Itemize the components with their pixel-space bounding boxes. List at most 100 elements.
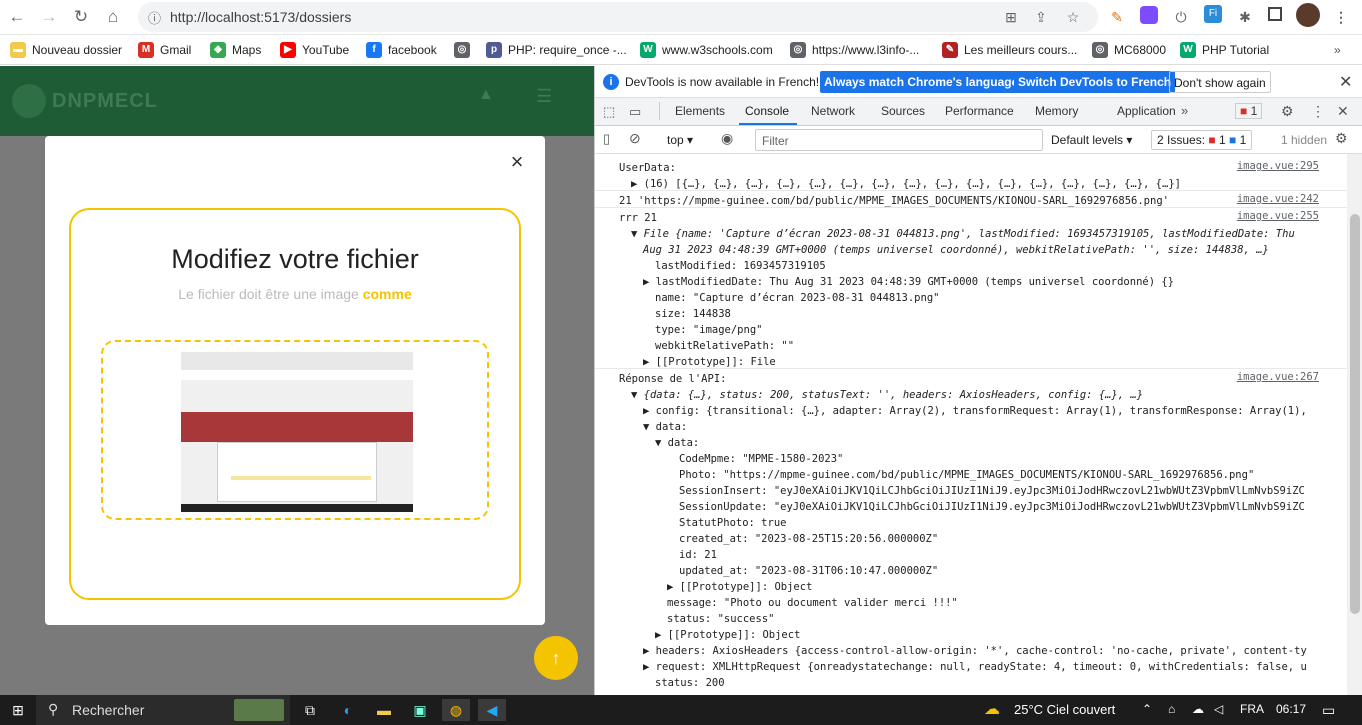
console-line[interactable]: ▶ lastModifiedDate: Thu Aug 31 2023 04:4… xyxy=(643,274,1174,290)
bookmark-item[interactable]: ▬ Nouveau dossier xyxy=(10,40,122,60)
cloud-icon[interactable]: ☁ xyxy=(1192,702,1204,716)
bookmark-item[interactable]: W PHP Tutorial xyxy=(1180,40,1269,60)
console-line[interactable]: ▼ File {name: 'Capture d’écran 2023-08-3… xyxy=(631,226,1295,242)
scrollbar-thumb[interactable] xyxy=(1350,214,1360,614)
close-icon[interactable]: × xyxy=(507,151,527,173)
console-line[interactable]: ▼ {data: {…}, status: 200, statusText: '… xyxy=(631,387,1143,403)
levels-dropdown[interactable]: Default levels ▾ xyxy=(1051,133,1132,147)
eye-icon[interactable]: ◉ xyxy=(721,130,733,147)
bookmark-item[interactable]: ◎ xyxy=(454,40,476,60)
chrome-icon[interactable]: ◍ xyxy=(442,699,470,721)
inspect-icon[interactable]: ⬚ xyxy=(603,104,615,120)
console-line[interactable]: ▶ request: XMLHttpRequest {onreadystatec… xyxy=(643,659,1307,675)
share-icon[interactable]: ⇪ xyxy=(1030,6,1052,28)
console-source-link[interactable]: image.vue:242 xyxy=(1237,193,1319,205)
tab-sources[interactable]: Sources xyxy=(881,104,925,118)
error-badge[interactable]: ■ 1 xyxy=(1235,103,1263,119)
filter-input[interactable]: Filter xyxy=(755,129,1043,151)
tray-chevron-icon[interactable]: ⌃ xyxy=(1142,702,1152,716)
bookmark-item[interactable]: ◆ Maps xyxy=(210,40,261,60)
upload-card: Modifiez votre fichier Le fichier doit ê… xyxy=(69,208,521,600)
bookmarks-overflow-icon[interactable]: » xyxy=(1334,43,1341,57)
device-toolbar-icon[interactable]: ▭ xyxy=(629,104,641,120)
bookmark-item[interactable]: ✎ Les meilleurs cours... xyxy=(942,40,1077,60)
console-line[interactable]: ▼ data: xyxy=(655,435,699,451)
console-line[interactable]: ▶ config: {transitional: {…}, adapter: A… xyxy=(643,403,1307,419)
close-infobar-icon[interactable]: ✕ xyxy=(1339,72,1352,92)
extension-pen-icon[interactable]: ✎ xyxy=(1106,6,1128,28)
issues-badge[interactable]: 2 Issues: ■ 1 ■ 1 xyxy=(1151,130,1253,150)
network-icon[interactable]: ⌂ xyxy=(1168,702,1175,716)
forward-arrow-icon[interactable]: → xyxy=(36,4,62,30)
bookmark-star-icon[interactable]: ☆ xyxy=(1062,6,1084,28)
store-icon[interactable]: ▣ xyxy=(406,699,434,721)
switch-french-button[interactable]: Switch DevTools to French xyxy=(1014,71,1176,93)
tab-memory[interactable]: Memory xyxy=(1035,104,1078,118)
console-settings-icon[interactable]: ⚙ xyxy=(1335,130,1348,147)
tab-performance[interactable]: Performance xyxy=(945,104,1014,118)
clear-console-icon[interactable]: ⊘ xyxy=(629,130,641,147)
context-selector[interactable]: top ▾ xyxy=(667,133,693,147)
menu-kebab-icon[interactable]: ⋮ xyxy=(1330,6,1352,28)
task-view-icon[interactable]: ⧉ xyxy=(296,699,324,721)
edge-icon[interactable]: ◐ xyxy=(334,699,362,721)
scroll-top-button[interactable]: ↑ xyxy=(534,636,578,680)
back-arrow-icon[interactable]: ← xyxy=(4,4,30,30)
extensions-puzzle-icon[interactable]: ✱ xyxy=(1234,6,1256,28)
bookmark-item[interactable]: ◎ https://www.l3info-... xyxy=(790,40,919,60)
vscode-icon[interactable]: ◀ xyxy=(478,699,506,721)
weather-icon: ☁ xyxy=(984,701,1000,718)
console-scrollbar[interactable] xyxy=(1347,154,1362,695)
close-devtools-icon[interactable]: ✕ xyxy=(1337,103,1349,120)
user-icon[interactable]: ▲ xyxy=(478,86,494,104)
bookmark-item[interactable]: ▶ YouTube xyxy=(280,40,349,60)
language-indicator[interactable]: FRA xyxy=(1240,702,1264,716)
settings-icon[interactable]: ⚙ xyxy=(1281,103,1294,120)
extension-fi-icon[interactable]: Fi xyxy=(1204,5,1222,23)
file-explorer-icon[interactable]: ▬ xyxy=(370,699,398,721)
tab-network[interactable]: Network xyxy=(811,104,855,118)
image-dropzone[interactable] xyxy=(101,340,489,520)
home-icon[interactable]: ⌂ xyxy=(100,4,126,30)
sidebar-toggle-icon[interactable]: ▯ xyxy=(603,131,610,147)
console-source-link[interactable]: image.vue:295 xyxy=(1237,160,1319,172)
tab-elements[interactable]: Elements xyxy=(675,104,725,118)
match-language-button[interactable]: Always match Chrome's language xyxy=(820,71,1023,93)
more-tabs-icon[interactable]: » xyxy=(1181,103,1188,118)
taskbar-search[interactable]: ⚲ Rechercher xyxy=(36,695,290,725)
console-line[interactable]: ▶ headers: AxiosHeaders {access-control-… xyxy=(643,643,1307,659)
bookmark-item[interactable]: f facebook xyxy=(366,40,437,60)
devtools-tabs: ⬚ ▭ Elements Console Network Sources Perform… xyxy=(595,98,1362,126)
address-bar[interactable]: ⓘ http://localhost:5173/dossiers ⊞ ⇪ ☆ xyxy=(138,2,1098,32)
bookmark-label: facebook xyxy=(388,43,437,57)
bookmark-item[interactable]: ◎ MC68000 xyxy=(1092,40,1166,60)
bookmark-item[interactable]: Wwww.w3schools.com xyxy=(640,40,773,60)
console-line: created_at: "2023-08-25T15:20:56.000000Z… xyxy=(679,533,939,545)
windows-start-icon[interactable]: ⊞ xyxy=(4,699,32,721)
extension-square-icon[interactable] xyxy=(1140,6,1158,24)
menu-icon[interactable]: ☰ xyxy=(536,86,552,107)
info-icon[interactable]: ⓘ xyxy=(148,8,161,27)
console-source-link[interactable]: image.vue:267 xyxy=(1237,371,1319,383)
reload-icon[interactable]: ↻ xyxy=(68,4,94,30)
translate-icon[interactable]: ⊞ xyxy=(1000,6,1022,28)
tab-console[interactable]: Console xyxy=(745,104,789,118)
profile-avatar[interactable] xyxy=(1296,3,1320,27)
notifications-icon[interactable]: ▭ xyxy=(1322,702,1335,719)
dont-show-again-button[interactable]: Don't show again xyxy=(1169,71,1271,93)
windows-taskbar: ⊞ ⚲ Rechercher ⧉ ◐ ▬ ▣ ◍ ◀ ☁ 25°C Ciel c… xyxy=(0,695,1362,725)
kebab-icon[interactable]: ⋮ xyxy=(1311,103,1325,120)
console-line[interactable]: ▼ data: xyxy=(643,419,687,435)
bookmark-item[interactable]: p PHP: require_once -... xyxy=(486,40,627,60)
bookmark-item[interactable]: M Gmail xyxy=(138,40,191,60)
clock[interactable]: 06:17 xyxy=(1276,702,1306,716)
volume-icon[interactable]: ◁ xyxy=(1214,702,1223,716)
weather-text[interactable]: 25°C Ciel couvert xyxy=(1014,702,1115,717)
console-line[interactable]: ▶ [[Prototype]]: Object xyxy=(655,627,800,643)
console-line[interactable]: ▶ [[Prototype]]: Object xyxy=(667,579,812,595)
side-panel-icon[interactable] xyxy=(1268,7,1282,21)
issues-error-icon: ■ xyxy=(1208,133,1216,147)
console-source-link[interactable]: image.vue:255 xyxy=(1237,210,1319,222)
power-icon[interactable]: ⏻ xyxy=(1170,6,1192,28)
tab-application[interactable]: Application xyxy=(1117,104,1176,118)
